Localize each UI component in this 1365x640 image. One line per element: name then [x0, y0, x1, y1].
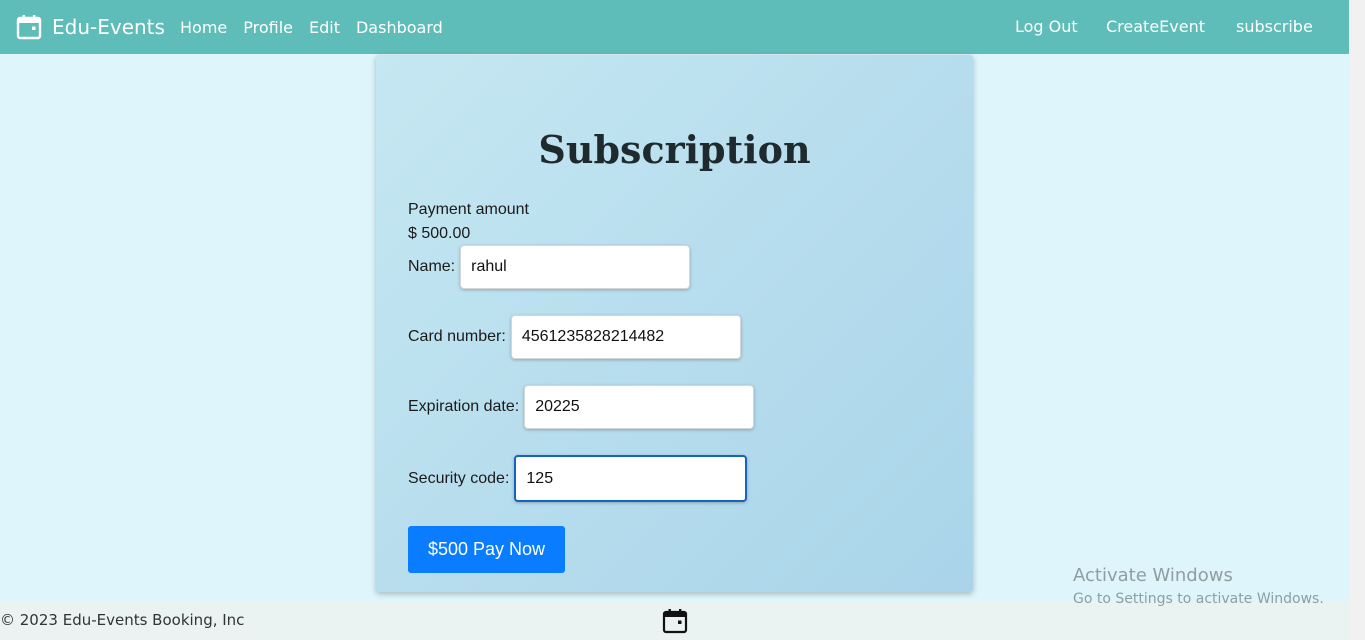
vertical-scrollbar[interactable]: [1349, 0, 1365, 640]
watermark-title: Activate Windows: [1073, 565, 1233, 586]
navbar: Edu-Events Home Profile Edit Dashboard L…: [0, 0, 1349, 54]
name-row: Name:: [408, 245, 691, 289]
expiration-date-label: Expiration date:: [408, 398, 520, 415]
name-input[interactable]: [460, 245, 691, 289]
payment-amount-label: Payment amount: [408, 201, 529, 218]
nav-link-home[interactable]: Home: [180, 18, 227, 37]
card-number-input[interactable]: [510, 315, 741, 359]
security-code-label: Security code:: [408, 469, 510, 487]
nav-link-logout[interactable]: Log Out: [1015, 0, 1078, 54]
expiration-date-row: Expiration date:: [408, 385, 755, 429]
page-title: Subscription: [538, 127, 811, 172]
copyright-text: © 2023 Edu-Events Booking, Inc: [0, 611, 245, 629]
subscription-card: Subscription Payment amount $ 500.00 Nam…: [376, 55, 973, 592]
card-number-label: Card number:: [408, 328, 506, 345]
watermark-subtitle: Go to Settings to activate Windows.: [1073, 591, 1324, 607]
nav-link-create-event[interactable]: CreateEvent: [1106, 0, 1205, 54]
brand-name[interactable]: Edu-Events: [52, 13, 165, 41]
nav-link-subscribe[interactable]: subscribe: [1236, 0, 1313, 54]
nav-left: Home Profile Edit Dashboard: [180, 0, 459, 54]
calendar-icon: [662, 609, 688, 634]
security-code-row: Security code:: [408, 455, 748, 502]
activate-windows-watermark: Activate Windows Go to Settings to activ…: [1073, 565, 1324, 609]
pay-now-button[interactable]: $500 Pay Now: [408, 526, 565, 573]
brand[interactable]: Edu-Events: [16, 13, 165, 41]
calendar-icon: [16, 15, 42, 40]
nav-link-dashboard[interactable]: Dashboard: [356, 18, 443, 37]
security-code-input[interactable]: [514, 455, 748, 502]
card-number-row: Card number:: [408, 315, 741, 359]
nav-link-profile[interactable]: Profile: [243, 18, 293, 37]
expiration-date-input[interactable]: [524, 385, 755, 429]
nav-link-edit[interactable]: Edit: [309, 18, 340, 37]
payment-amount-value: $ 500.00: [408, 225, 471, 242]
name-label: Name:: [408, 258, 456, 275]
